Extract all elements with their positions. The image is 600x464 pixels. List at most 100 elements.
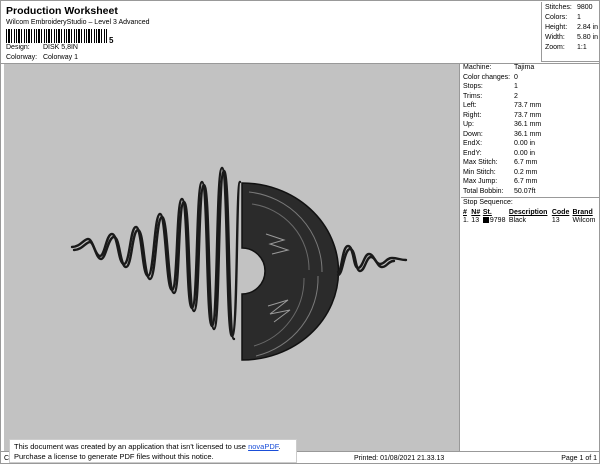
col-n: N#: [471, 209, 481, 216]
barcode-digit: 5: [109, 36, 114, 45]
stop-sequence-title: Stop Sequence:: [463, 199, 513, 206]
info-row: EndY: 0.00 in: [463, 150, 535, 157]
novapdf-link[interactable]: novaPDF: [248, 442, 278, 451]
colorway-row: Colorway: Colorway 1: [6, 54, 78, 61]
summary-zoom: Zoom: 1:1: [545, 44, 587, 51]
info-label: Color changes:: [463, 73, 511, 81]
summary-box: Stitches: 9800 Colors: 1 Height: 2.84 in Wi…: [541, 2, 600, 62]
summary-value: 9800: [577, 4, 593, 11]
info-row: Machine: Tajima: [463, 64, 534, 71]
info-row: EndX: 0.00 in: [463, 140, 535, 147]
info-row: Right: 73.7 mm: [463, 112, 541, 119]
stop-sequence-table: # N# St. Description Code Brand 1. 13 97…: [463, 209, 599, 224]
panel-divider: [461, 197, 600, 198]
info-row: Trims: 2: [463, 93, 518, 100]
summary-label: Zoom:: [545, 44, 565, 51]
soundwave-right: [336, 244, 408, 277]
info-value: 36.1 mm: [514, 121, 542, 128]
worksheet-title: Production Worksheet: [6, 5, 118, 17]
col-brand: Brand: [572, 209, 593, 216]
design-value: DISK 5,8IN: [42, 44, 78, 51]
summary-value: 1:1: [577, 44, 587, 51]
info-label: Machine:: [463, 64, 492, 71]
colorway-value: Colorway 1: [42, 54, 78, 61]
info-row: Stops: 1: [463, 83, 518, 90]
cell-st: 9798: [482, 216, 509, 224]
info-label: Left:: [463, 102, 477, 109]
summary-stitches: Stitches: 9800: [545, 4, 593, 11]
embroidery-design-graphic: [70, 166, 408, 361]
info-value: 50.07ft: [514, 187, 536, 195]
license-notice: This document was created by an applicat…: [9, 439, 297, 463]
design-label: Design:: [6, 44, 30, 51]
summary-width: Width: 5.80 in: [545, 34, 598, 41]
cell-n: 13: [471, 217, 480, 224]
info-value: 0.2 mm: [514, 168, 538, 176]
info-value: Tajima: [514, 64, 535, 71]
info-label: EndY:: [463, 149, 482, 157]
soundwave-left: [70, 166, 242, 341]
info-value: 0.00 in: [514, 140, 536, 147]
table-row: 1. 13 9798 Black 13 Wilcom: [463, 216, 599, 224]
cell-num: 1.: [463, 217, 469, 224]
vinyl-record: [241, 182, 340, 361]
printed-timestamp: Printed: 01/08/2021 21.33.13: [354, 455, 445, 462]
info-value: 1: [514, 83, 518, 90]
design-preview: [4, 64, 460, 451]
summary-colors: Colors: 1: [545, 14, 581, 21]
cell-brand: Wilcom: [572, 217, 596, 224]
summary-label: Width:: [545, 34, 565, 41]
info-label: Max Jump:: [463, 178, 498, 185]
info-row: Max Stitch: 6.7 mm: [463, 159, 537, 166]
page-number: Page 1 of 1: [561, 455, 597, 462]
summary-value: 5.80 in: [577, 34, 599, 41]
barcode: [6, 29, 108, 43]
notice-text: This document was created by an applicat…: [14, 442, 249, 451]
info-value: 0.00 in: [514, 149, 536, 157]
colorway-label: Colorway:: [6, 54, 38, 61]
info-value: 73.7 mm: [514, 102, 542, 109]
production-worksheet: Production Worksheet Wilcom EmbroiderySt…: [0, 0, 600, 464]
cell-description: Black: [508, 217, 527, 224]
info-value: 36.1 mm: [514, 130, 542, 138]
summary-value: 2.84 in: [577, 24, 599, 31]
notice-line-1: This document was created by an applicat…: [14, 442, 292, 452]
summary-label: Colors:: [545, 14, 568, 21]
info-label: Up:: [463, 121, 474, 128]
summary-label: Height:: [545, 24, 568, 31]
info-label: Stops:: [463, 83, 483, 90]
col-code: Code: [551, 209, 570, 216]
info-value: 73.7 mm: [514, 111, 542, 119]
info-label: Trims:: [463, 92, 483, 100]
info-row: Left: 73.7 mm: [463, 102, 541, 109]
summary-value: 1: [577, 14, 581, 21]
col-description: Description: [508, 209, 548, 216]
notice-line-2: Purchase a license to generate PDF files…: [14, 452, 214, 461]
col-num: #: [463, 209, 467, 216]
col-st: St.: [482, 209, 492, 216]
color-swatch: [482, 217, 489, 224]
summary-height: Height: 2.84 in: [545, 24, 598, 31]
info-value: 6.7 mm: [514, 178, 538, 185]
cell-code: 13: [551, 217, 560, 224]
info-label: Right:: [463, 111, 482, 119]
machine-info-panel: Machine: Tajima Color changes: 0 Stops: 1 T…: [461, 64, 600, 451]
info-row: Down: 36.1 mm: [463, 131, 541, 138]
info-row: Up: 36.1 mm: [463, 121, 541, 128]
info-label: Min Stitch:: [463, 168, 496, 176]
summary-label: Stitches:: [545, 4, 572, 11]
info-row: Min Stitch: 0.2 mm: [463, 169, 537, 176]
notice-period: .: [278, 442, 281, 451]
design-row: Design: DISK 5,8IN: [6, 44, 78, 51]
software-subtitle: Wilcom EmbroideryStudio – Level 3 Advanc…: [6, 19, 150, 26]
header-info: Production Worksheet Wilcom EmbroiderySt…: [4, 2, 539, 64]
info-value: 0: [514, 73, 518, 81]
stitch-count: 9798: [489, 217, 506, 224]
info-row: Color changes: 0: [463, 74, 518, 81]
info-row: Total Bobbin: 50.07ft: [463, 188, 535, 195]
info-label: Max Stitch:: [463, 159, 498, 166]
table-header-row: # N# St. Description Code Brand: [463, 209, 599, 216]
info-value: 6.7 mm: [514, 159, 538, 166]
info-row: Max Jump: 6.7 mm: [463, 178, 537, 185]
info-value: 2: [514, 92, 518, 100]
